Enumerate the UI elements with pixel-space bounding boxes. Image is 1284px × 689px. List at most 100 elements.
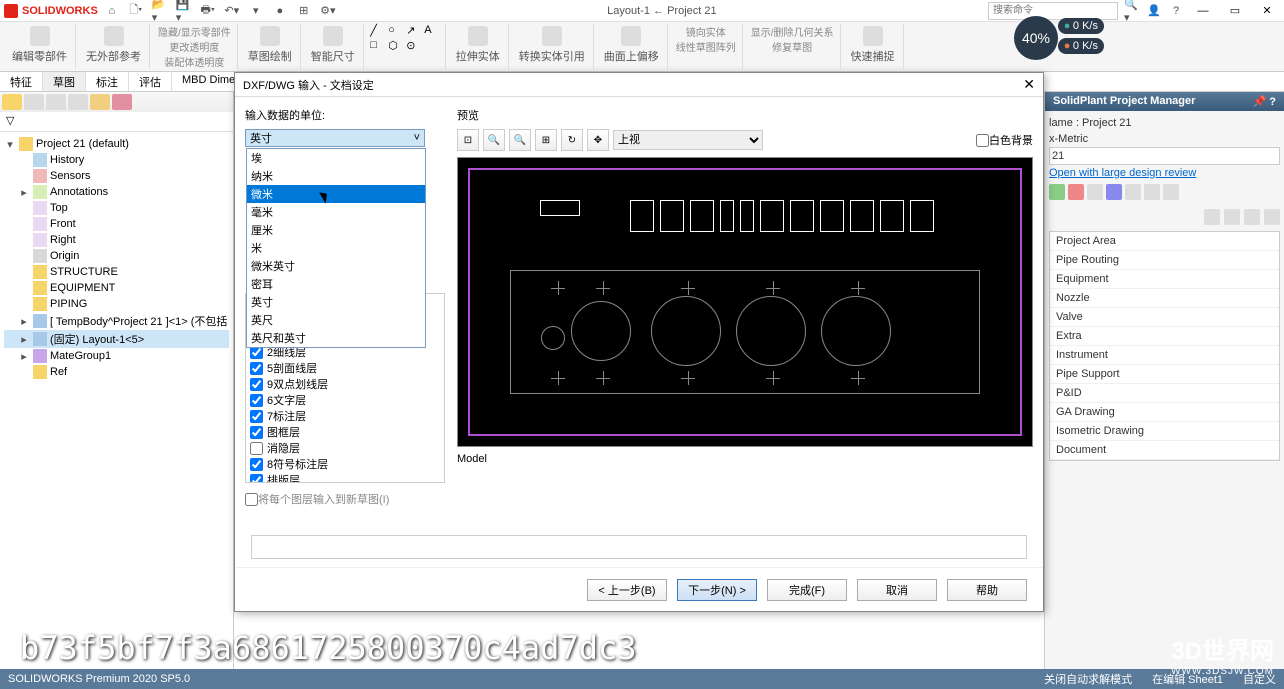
- save-icon[interactable]: 💾▾: [176, 3, 192, 19]
- category-item[interactable]: Pipe Routing: [1050, 251, 1279, 270]
- select-icon[interactable]: ▾: [248, 3, 264, 19]
- minimize-button[interactable]: —: [1190, 2, 1216, 20]
- tree-item[interactable]: EQUIPMENT: [4, 280, 229, 296]
- help-icon[interactable]: ?: [1168, 3, 1184, 19]
- category-item[interactable]: Extra: [1050, 327, 1279, 346]
- hide-show-button[interactable]: 隐藏/显示零部件: [158, 24, 231, 39]
- extrude-button[interactable]: 拉伸实体: [454, 24, 502, 66]
- zoom-fit-icon[interactable]: ⊡: [457, 129, 479, 151]
- unit-option[interactable]: 密耳: [247, 275, 425, 293]
- tree-item[interactable]: Sensors: [4, 168, 229, 184]
- unit-option[interactable]: 毫米: [247, 203, 425, 221]
- unit-option[interactable]: 厘米: [247, 221, 425, 239]
- tab-annotate[interactable]: 标注: [86, 72, 129, 91]
- property-manager-tab[interactable]: [24, 94, 44, 110]
- tree-item[interactable]: ▸(固定) Layout-1<5>: [4, 330, 229, 348]
- category-item[interactable]: Nozzle: [1050, 289, 1279, 308]
- layer-item[interactable]: 消隐层: [248, 440, 442, 456]
- unit-option[interactable]: 微米: [247, 185, 425, 203]
- search-icon[interactable]: 🔍▾: [1124, 3, 1140, 19]
- options-icon[interactable]: ⊞: [296, 3, 312, 19]
- help-button[interactable]: 帮助: [947, 579, 1027, 601]
- finish-button[interactable]: 完成(F): [767, 579, 847, 601]
- category-item[interactable]: Equipment: [1050, 270, 1279, 289]
- category-item[interactable]: Valve: [1050, 308, 1279, 327]
- tree-item[interactable]: Right: [4, 232, 229, 248]
- settings-icon[interactable]: [1163, 184, 1179, 200]
- category-item[interactable]: GA Drawing: [1050, 403, 1279, 422]
- tree-item[interactable]: ▸MateGroup1: [4, 348, 229, 364]
- add-icon[interactable]: [1049, 184, 1065, 200]
- no-external-ref-button[interactable]: 无外部参考: [84, 24, 143, 66]
- close-button[interactable]: ✕: [1254, 2, 1280, 20]
- pan-icon[interactable]: ✥: [587, 129, 609, 151]
- maximize-button[interactable]: ▭: [1222, 2, 1248, 20]
- category-item[interactable]: Pipe Support: [1050, 365, 1279, 384]
- user-icon[interactable]: 👤: [1146, 3, 1162, 19]
- unit-option[interactable]: 微米英寸: [247, 257, 425, 275]
- home-icon[interactable]: ⌂: [104, 3, 120, 19]
- tab-features[interactable]: 特征: [0, 72, 43, 91]
- linear-pattern-button[interactable]: 线性草图阵列: [676, 39, 736, 54]
- tree-item[interactable]: Ref: [4, 364, 229, 380]
- layer-item[interactable]: 排版层: [248, 472, 442, 483]
- smart-dim-button[interactable]: 智能尺寸: [309, 24, 357, 66]
- zoom-in-icon[interactable]: 🔍: [483, 129, 505, 151]
- display-manager-tab[interactable]: [90, 94, 110, 110]
- sketch-button[interactable]: 草图绘制: [246, 24, 294, 66]
- feature-manager-tab[interactable]: [2, 94, 22, 110]
- layer-item[interactable]: 5剖面线层: [248, 360, 442, 376]
- convert-entities-button[interactable]: 转换实体引用: [517, 24, 587, 66]
- preview-canvas[interactable]: [457, 157, 1033, 447]
- layer-item[interactable]: 6文字层: [248, 392, 442, 408]
- offset-surface-button[interactable]: 曲面上偏移: [602, 24, 661, 66]
- save-icon[interactable]: [1106, 184, 1122, 200]
- solidplant-tab[interactable]: [112, 94, 132, 110]
- assembly-trans-button[interactable]: 装配体透明度: [164, 54, 224, 69]
- category-item[interactable]: Instrument: [1050, 346, 1279, 365]
- export-icon[interactable]: [1125, 184, 1141, 200]
- tree-item[interactable]: Top: [4, 200, 229, 216]
- category-item[interactable]: Document: [1050, 441, 1279, 460]
- back-button[interactable]: < 上一步(B): [587, 579, 667, 601]
- tree-item[interactable]: PIPING: [4, 296, 229, 312]
- dimxpert-tab[interactable]: [68, 94, 88, 110]
- unit-option[interactable]: 纳米: [247, 167, 425, 185]
- tab-evaluate[interactable]: 评估: [129, 72, 172, 91]
- unit-option[interactable]: 埃: [247, 149, 425, 167]
- tree-item[interactable]: STRUCTURE: [4, 264, 229, 280]
- white-background-checkbox[interactable]: 白色背景: [976, 132, 1033, 148]
- delete-icon[interactable]: [1068, 184, 1084, 200]
- flag-icon[interactable]: [1144, 184, 1160, 200]
- rotate-icon[interactable]: ↻: [561, 129, 583, 151]
- open-large-design-link[interactable]: Open with large design review: [1049, 165, 1280, 181]
- unit-option[interactable]: 英尺和英寸: [247, 329, 425, 347]
- tree-item[interactable]: Origin: [4, 248, 229, 264]
- zoom-out-icon[interactable]: 🔍: [509, 129, 531, 151]
- new-icon[interactable]: 🗋▾: [128, 3, 144, 19]
- file-path-field[interactable]: [251, 535, 1027, 559]
- layer-item[interactable]: 图框层: [248, 424, 442, 440]
- tree-root[interactable]: ▾Project 21 (default): [4, 136, 229, 152]
- refresh-icon[interactable]: [1087, 184, 1103, 200]
- unit-option[interactable]: 米: [247, 239, 425, 257]
- print-icon[interactable]: 🖶▾: [200, 3, 216, 19]
- filter-bar[interactable]: ▽: [0, 112, 233, 132]
- open-icon[interactable]: 📂▾: [152, 3, 168, 19]
- tab-sketch[interactable]: 草图: [43, 72, 86, 91]
- mirror-button[interactable]: 镜向实体: [686, 24, 726, 39]
- view-list-icon[interactable]: [1204, 209, 1220, 225]
- undo-icon[interactable]: ↶▾: [224, 3, 240, 19]
- config-manager-tab[interactable]: [46, 94, 66, 110]
- next-button[interactable]: 下一步(N) >: [677, 579, 757, 601]
- repair-sketch-button[interactable]: 修复草图: [772, 39, 812, 54]
- tree-item[interactable]: History: [4, 152, 229, 168]
- gear-icon[interactable]: ⚙▾: [320, 3, 336, 19]
- unit-option[interactable]: 英寸: [247, 293, 425, 311]
- cancel-button[interactable]: 取消: [857, 579, 937, 601]
- layer-item[interactable]: 7标注层: [248, 408, 442, 424]
- category-item[interactable]: Project Area: [1050, 232, 1279, 251]
- layer-item[interactable]: 8符号标注层: [248, 456, 442, 472]
- unit-option[interactable]: 英尺: [247, 311, 425, 329]
- edit-component-button[interactable]: 编辑零部件: [10, 24, 69, 66]
